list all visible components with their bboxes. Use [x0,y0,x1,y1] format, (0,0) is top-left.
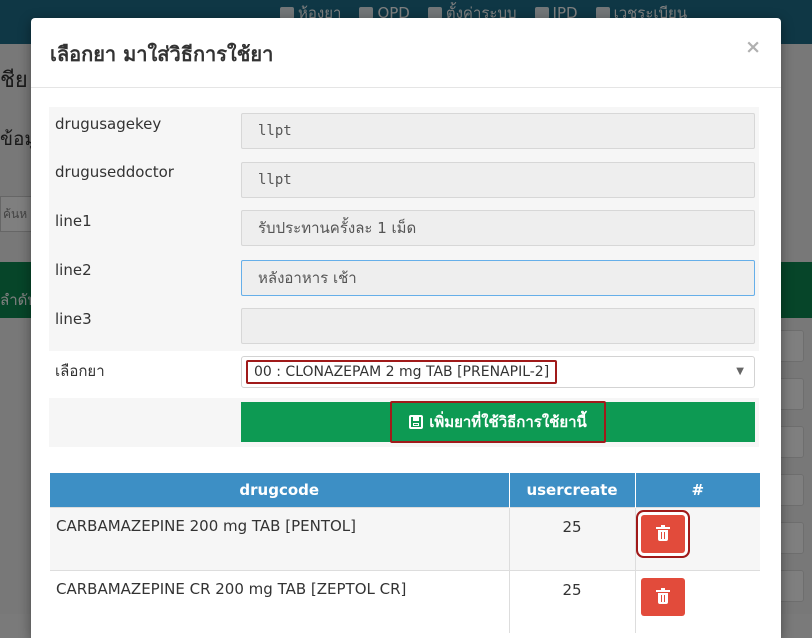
column-header-drugcode: drugcode [50,473,510,508]
drug-list-table: drugcode usercreate # CARBAMAZEPINE 200 … [50,473,760,633]
field-label: drugusagekey [55,115,162,133]
trash-icon [655,525,670,541]
add-drug-button[interactable]: เพิ่มยาที่ใช้วิธีการใช้ยานี้ [241,401,755,443]
actions-cell [635,570,760,633]
modal-title: เลือกยา มาใส่วิธีการใช้ยา [50,42,274,66]
form-row-add: เพิ่มยาที่ใช้วิธีการใช้ยานี้ [49,398,759,448]
close-icon[interactable]: × [745,36,761,58]
field-label: line2 [55,261,92,279]
field-label: druguseddoctor [55,163,174,181]
line3-field[interactable] [241,308,755,344]
table-row: CARBAMAZEPINE CR 200 mg TAB [ZEPTOL CR] … [50,570,760,633]
field-label: line3 [55,310,92,328]
usercreate-cell: 25 [509,570,636,633]
form-row-drug-select: เลือกยา 00 : CLONAZEPAM 2 mg TAB [PRENAP… [49,351,759,399]
select-drug-modal: เลือกยา มาใส่วิธีการใช้ยา × drugusagekey… [31,18,781,638]
line2-field[interactable]: หลังอาหาร เช้า [241,260,755,296]
form-row-druguseddoctor: druguseddoctor llpt [49,155,759,205]
drugusagekey-field[interactable]: llpt [241,113,755,149]
column-header-usercreate: usercreate [509,473,636,508]
drugcode-cell: CARBAMAZEPINE 200 mg TAB [PENTOL] [50,507,510,571]
form-row-line2: line2 หลังอาหาร เช้า [49,253,759,303]
usercreate-cell: 25 [509,507,636,571]
drug-select-value: 00 : CLONAZEPAM 2 mg TAB [PRENAPIL-2] [246,360,558,384]
drugcode-cell: CARBAMAZEPINE CR 200 mg TAB [ZEPTOL CR] [50,570,510,633]
field-label: line1 [55,212,92,230]
dropdown-arrow-icon: ▼ [736,366,744,377]
save-icon [409,415,424,429]
form-row-drugusagekey: drugusagekey llpt [49,107,759,156]
actions-cell [635,507,760,571]
modal-header: เลือกยา มาใส่วิธีการใช้ยา × [31,18,781,88]
field-label: เลือกยา [55,362,105,380]
table-row: CARBAMAZEPINE 200 mg TAB [PENTOL] 25 [50,507,760,571]
drug-select[interactable]: 00 : CLONAZEPAM 2 mg TAB [PRENAPIL-2] ▼ [241,356,755,388]
trash-icon [655,588,670,604]
form-row-line3: line3 [49,302,759,352]
form-row-line1: line1 รับประทานครั้งละ 1 เม็ด [49,204,759,254]
delete-button[interactable] [640,578,685,616]
add-drug-button-label: เพิ่มยาที่ใช้วิธีการใช้ยานี้ [390,401,606,443]
druguseddoctor-field[interactable]: llpt [241,162,755,198]
delete-button[interactable] [640,515,685,553]
line1-field[interactable]: รับประทานครั้งละ 1 เม็ด [241,210,755,246]
table-header-row: drugcode usercreate # [50,473,760,508]
column-header-actions: # [635,473,760,508]
